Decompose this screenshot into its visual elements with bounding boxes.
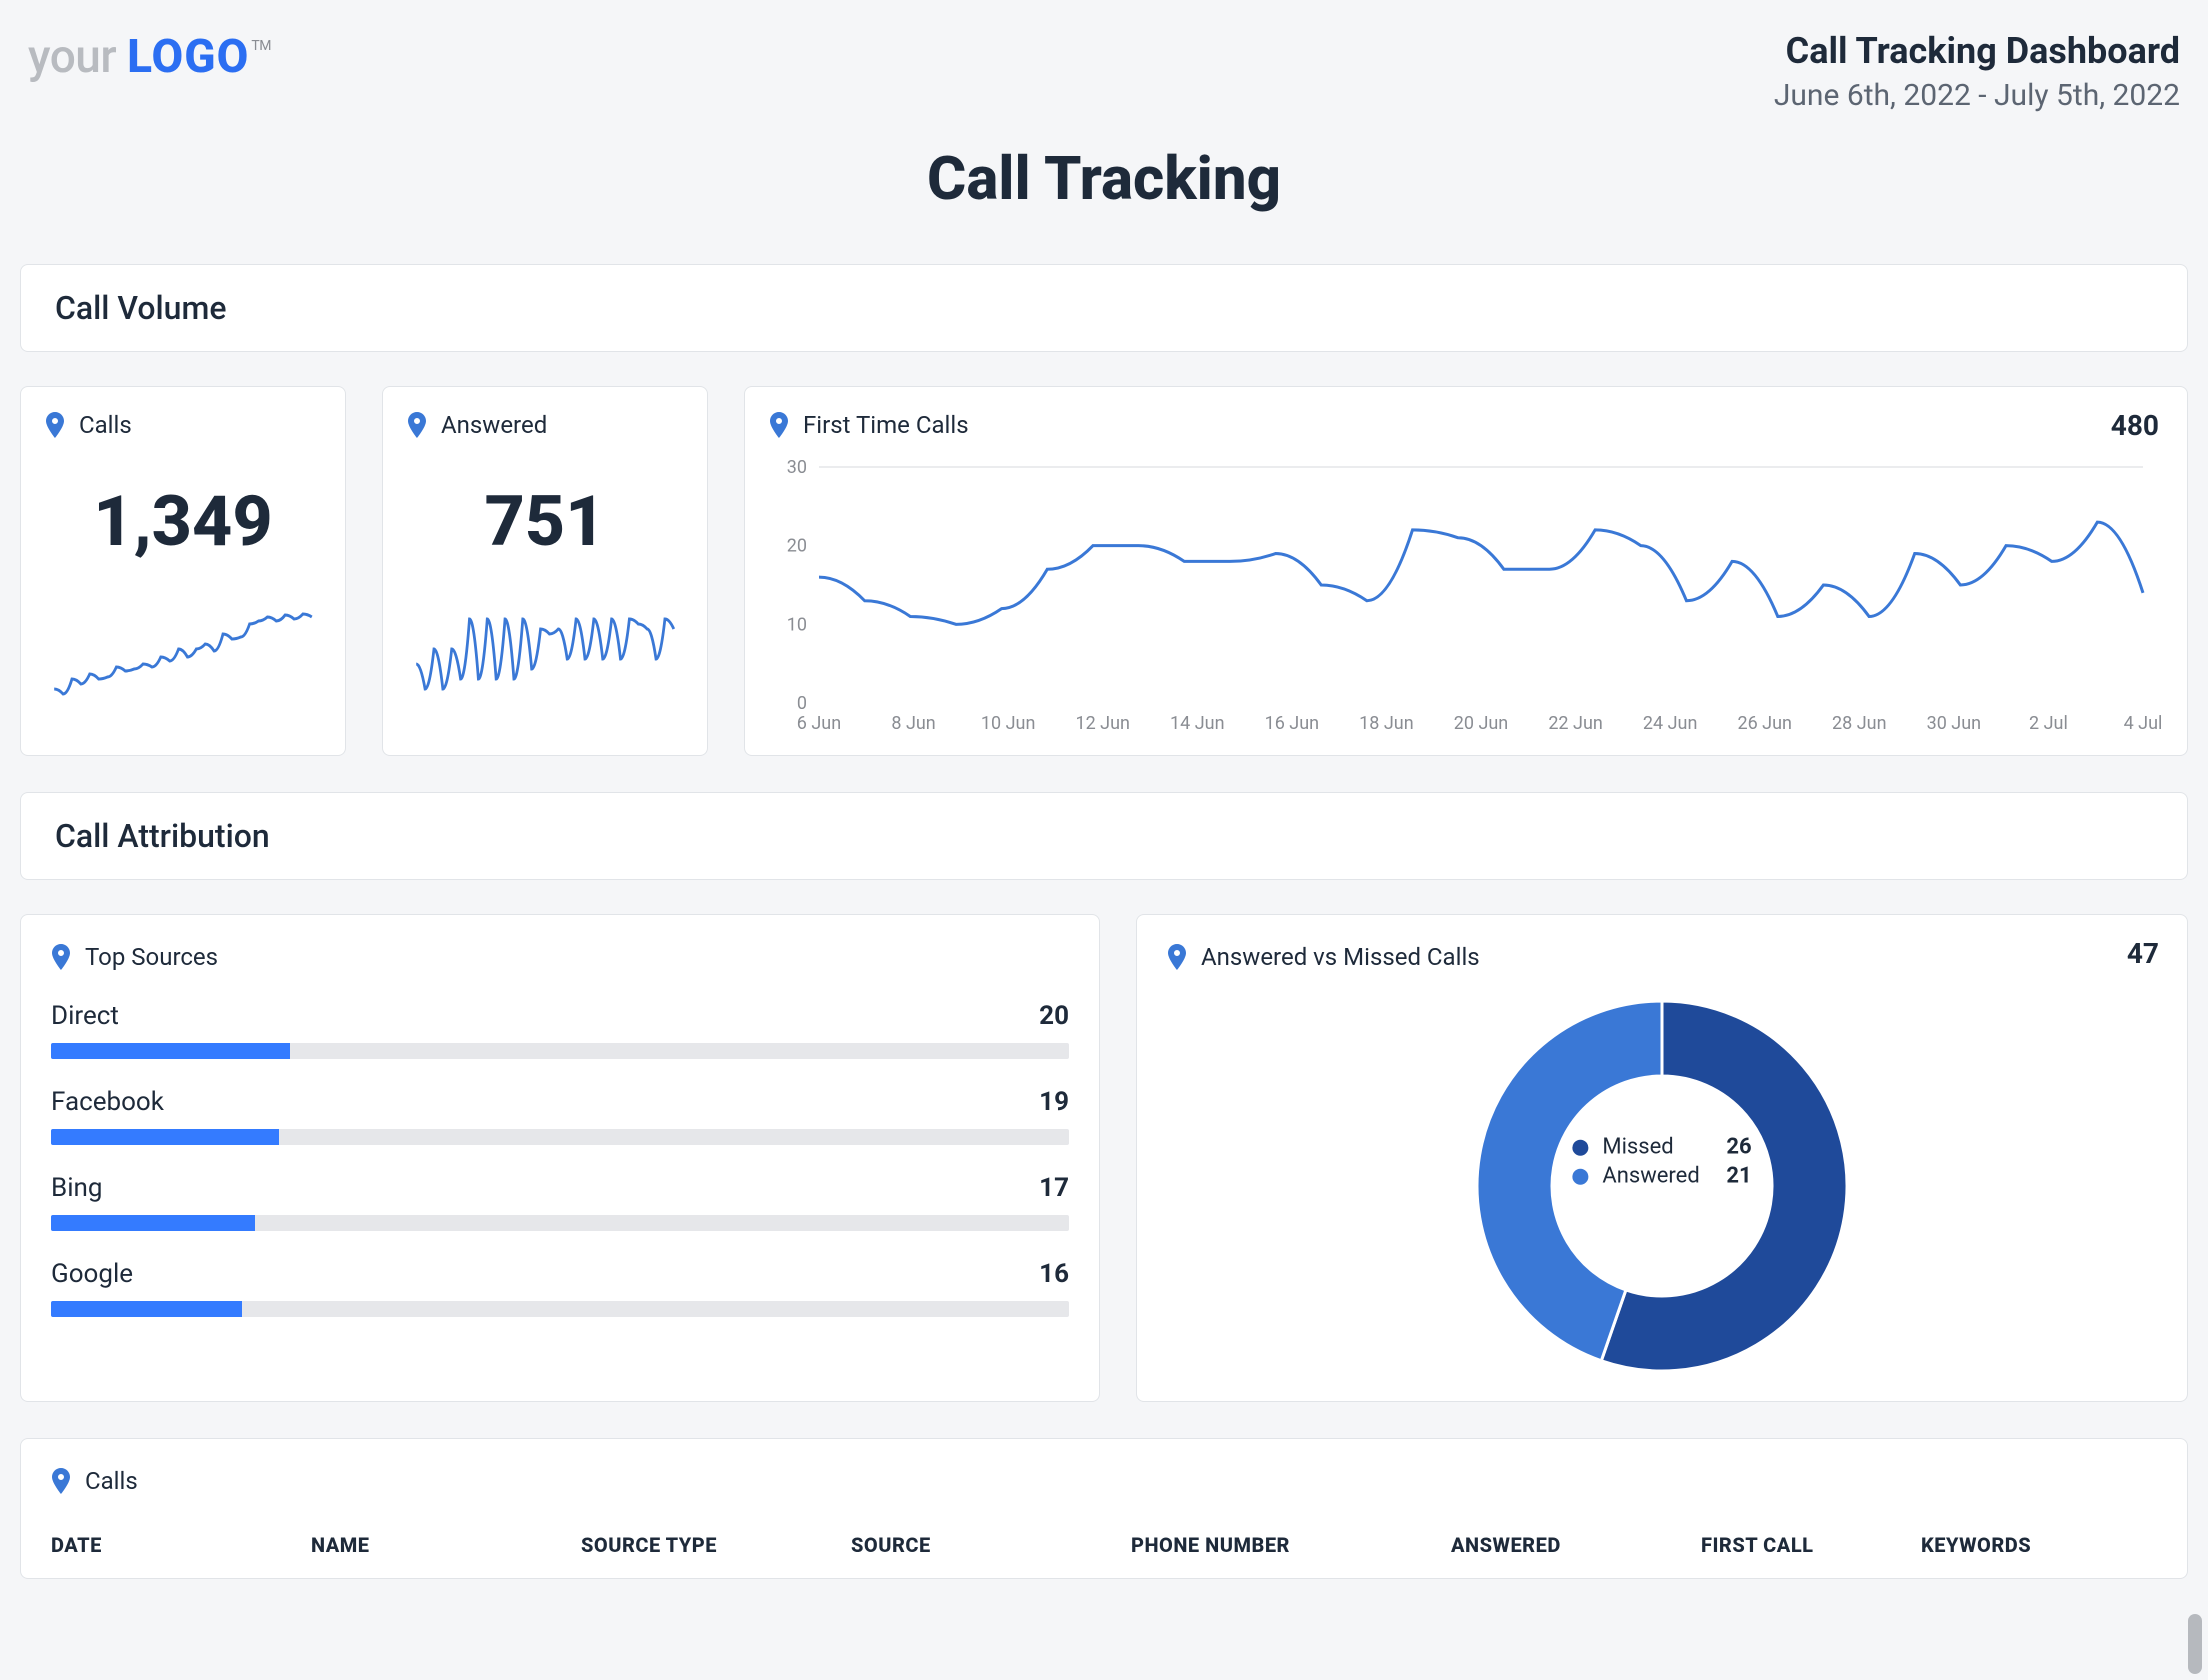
pin-icon: [407, 412, 427, 438]
svg-text:18 Jun: 18 Jun: [1359, 713, 1414, 734]
pin-icon: [769, 412, 789, 438]
calls-card-label: Calls: [79, 411, 132, 439]
top-sources-label: Top Sources: [85, 943, 218, 971]
source-value: 17: [1039, 1173, 1069, 1203]
donut-legend: Missed 26 Answered 21: [1572, 1131, 1751, 1193]
dashboard-title: Call Tracking Dashboard: [1774, 30, 2180, 72]
calls-value: 1,349: [45, 481, 321, 563]
section-call-attribution: Call Attribution: [20, 792, 2188, 880]
source-bar-bg: [51, 1301, 1069, 1317]
svg-text:26 Jun: 26 Jun: [1737, 713, 1792, 734]
answered-sparkline: [407, 589, 683, 709]
svg-text:6 Jun: 6 Jun: [797, 713, 841, 734]
logo-blue-text: LOGO: [127, 30, 249, 84]
source-row: Direct 20: [51, 1001, 1069, 1059]
ftc-total: 480: [2111, 409, 2159, 442]
svg-text:8 Jun: 8 Jun: [891, 713, 935, 734]
svg-text:2 Jul: 2 Jul: [2029, 713, 2068, 734]
svg-text:0: 0: [797, 693, 807, 714]
source-name: Facebook: [51, 1087, 164, 1117]
col-phone[interactable]: PHONE NUMBER: [1131, 1533, 1451, 1557]
source-row: Facebook 19: [51, 1087, 1069, 1145]
col-date[interactable]: DATE: [51, 1533, 311, 1557]
section-call-volume: Call Volume: [20, 264, 2188, 352]
col-name[interactable]: NAME: [311, 1533, 581, 1557]
legend-missed: Missed 26: [1572, 1135, 1751, 1160]
calls-table-card: Calls DATE NAME SOURCE TYPE SOURCE PHONE…: [20, 1438, 2188, 1579]
svg-text:28 Jun: 28 Jun: [1832, 713, 1887, 734]
logo-gray-text: your: [28, 30, 127, 84]
top-bar: your LOGOTM Call Tracking Dashboard June…: [20, 20, 2188, 113]
donut-total: 47: [2127, 937, 2159, 970]
pin-icon: [1167, 944, 1187, 970]
svg-text:10: 10: [787, 614, 807, 635]
svg-text:10 Jun: 10 Jun: [981, 713, 1036, 734]
pin-icon: [51, 1468, 71, 1494]
source-bar-fill: [51, 1301, 242, 1317]
source-name: Google: [51, 1259, 133, 1289]
answered-value: 751: [407, 481, 683, 563]
source-row: Google 16: [51, 1259, 1069, 1317]
col-answered[interactable]: ANSWERED: [1451, 1533, 1701, 1557]
first-time-calls-card: First Time Calls 480 0 10 20 30 6 Jun 8 Jun 10…: [744, 386, 2188, 756]
brand-logo: your LOGOTM: [28, 30, 269, 84]
source-bar-fill: [51, 1129, 279, 1145]
top-sources-list: Direct 20 Facebook 19 Bing 17 Google 16: [51, 1001, 1069, 1317]
top-sources-card: Top Sources Direct 20 Facebook 19 Bing 17 Goog…: [20, 914, 1100, 1402]
source-value: 20: [1039, 1001, 1069, 1031]
ftc-line-chart: 0 10 20 30 6 Jun 8 Jun 10 Jun 12 Jun 14 Jun 16 Ju…: [769, 457, 2163, 737]
attribution-row: Top Sources Direct 20 Facebook 19 Bing 17 Goog…: [20, 914, 2188, 1402]
col-first-call[interactable]: FIRST CALL: [1701, 1533, 1921, 1557]
calls-table-header: DATE NAME SOURCE TYPE SOURCE PHONE NUMBE…: [51, 1533, 2157, 1558]
svg-text:20: 20: [787, 536, 807, 557]
calls-table-label: Calls: [85, 1467, 138, 1495]
col-keywords[interactable]: KEYWORDS: [1921, 1533, 2157, 1557]
svg-text:16 Jun: 16 Jun: [1265, 713, 1320, 734]
source-value: 19: [1039, 1087, 1069, 1117]
legend-dot-icon: [1572, 1168, 1588, 1184]
svg-text:30: 30: [787, 457, 807, 478]
ftc-label: First Time Calls: [803, 411, 969, 439]
pin-icon: [51, 944, 71, 970]
source-value: 16: [1039, 1259, 1069, 1289]
answered-card: Answered 751: [382, 386, 708, 756]
legend-answered-label: Answered: [1602, 1164, 1712, 1189]
svg-text:30 Jun: 30 Jun: [1927, 713, 1982, 734]
legend-missed-label: Missed: [1602, 1135, 1712, 1160]
answered-vs-missed-card: Answered vs Missed Calls 47 Missed 26 An…: [1136, 914, 2188, 1402]
legend-dot-icon: [1572, 1139, 1588, 1155]
svg-text:24 Jun: 24 Jun: [1643, 713, 1698, 734]
col-source[interactable]: SOURCE: [851, 1533, 1131, 1557]
svg-text:14 Jun: 14 Jun: [1170, 713, 1225, 734]
legend-missed-value: 26: [1726, 1135, 1751, 1160]
page-title: Call Tracking: [20, 143, 2188, 214]
logo-tm: TM: [251, 38, 271, 54]
source-name: Direct: [51, 1001, 119, 1031]
date-range: June 6th, 2022 - July 5th, 2022: [1774, 78, 2180, 113]
svg-text:22 Jun: 22 Jun: [1548, 713, 1603, 734]
source-bar-bg: [51, 1129, 1069, 1145]
col-source-type[interactable]: SOURCE TYPE: [581, 1533, 851, 1557]
source-bar-bg: [51, 1215, 1069, 1231]
source-name: Bing: [51, 1173, 102, 1203]
source-bar-bg: [51, 1043, 1069, 1059]
scrollbar-thumb[interactable]: [2188, 1614, 2202, 1674]
calls-card: Calls 1,349: [20, 386, 346, 756]
source-bar-fill: [51, 1043, 290, 1059]
answered-card-label: Answered: [441, 411, 547, 439]
legend-answered-value: 21: [1726, 1164, 1751, 1189]
source-row: Bing 17: [51, 1173, 1069, 1231]
svg-text:4 Jul: 4 Jul: [2124, 713, 2163, 734]
svg-text:12 Jun: 12 Jun: [1075, 713, 1130, 734]
pin-icon: [45, 412, 65, 438]
calls-sparkline: [45, 589, 321, 709]
donut-label: Answered vs Missed Calls: [1201, 943, 1480, 971]
legend-answered: Answered 21: [1572, 1164, 1751, 1189]
header-right: Call Tracking Dashboard June 6th, 2022 -…: [1774, 30, 2180, 113]
source-bar-fill: [51, 1215, 255, 1231]
svg-text:20 Jun: 20 Jun: [1454, 713, 1509, 734]
kpi-row: Calls 1,349 Answered 751 First Time Call…: [20, 386, 2188, 756]
